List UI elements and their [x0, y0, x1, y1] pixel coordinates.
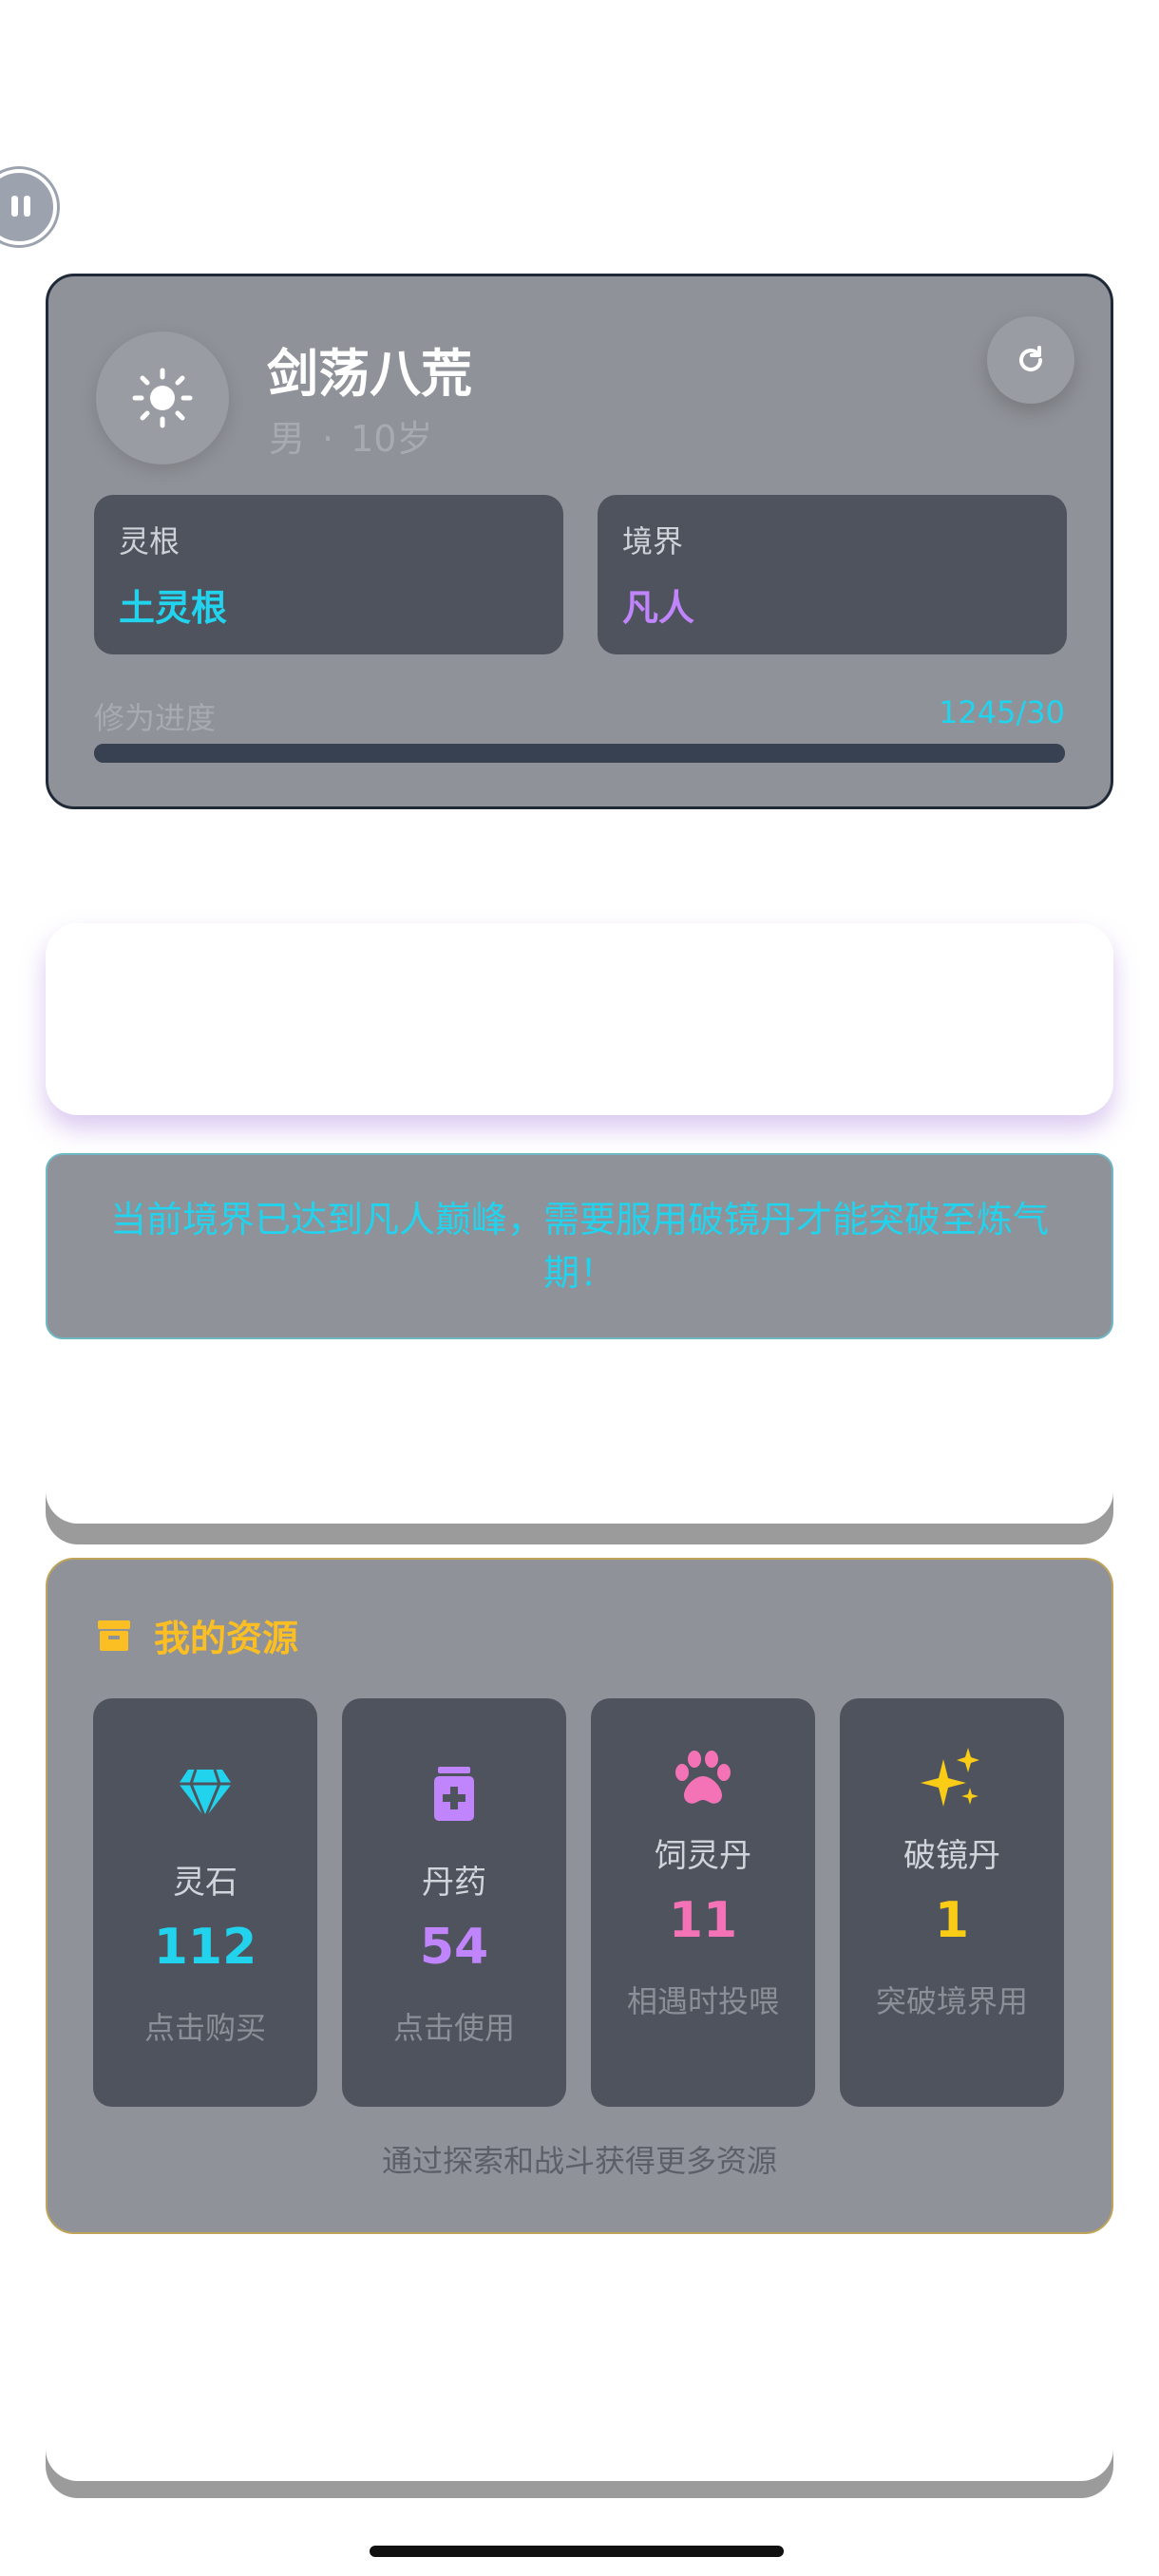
resources-card: 我的资源 灵石 112 点击购买 丹药 54 点击使用 饲灵丹 11 相遇时投喂… — [46, 1558, 1113, 2234]
cultivation-progress-value: 1245/30 — [939, 694, 1065, 730]
notice-text: 当前境界已达到凡人巅峰，需要服用破镜丹才能突破至炼气期！ — [109, 1199, 1049, 1294]
refresh-icon — [1019, 346, 1043, 372]
sparkles-icon — [921, 1748, 979, 1807]
avatar — [96, 331, 229, 464]
pause-button[interactable] — [0, 169, 57, 245]
resource-feeding-pill[interactable]: 饲灵丹 11 相遇时投喂 — [591, 1698, 815, 2107]
resource-medicine[interactable]: 丹药 54 点击使用 — [342, 1698, 566, 2107]
spirit-root-label: 灵根 — [119, 523, 180, 559]
meta-separator: · — [322, 418, 334, 460]
resource-count: 54 — [419, 1919, 489, 1976]
resource-name: 丹药 — [422, 1864, 486, 1902]
resource-name: 灵石 — [173, 1864, 238, 1902]
cultivation-progress-bar — [94, 744, 1065, 763]
spirit-root-value: 土灵根 — [119, 587, 228, 629]
character-age: 10岁 — [351, 418, 433, 460]
blank-card-middle — [46, 1375, 1113, 1524]
resource-name: 饲灵丹 — [655, 1837, 751, 1875]
resource-hint: 点击使用 — [392, 2010, 515, 2046]
cultivation-progress-label: 修为进度 — [94, 700, 217, 736]
resources-header: 我的资源 — [95, 1609, 298, 1661]
resource-hint: 点击购买 — [143, 2010, 266, 2046]
paw-icon — [675, 1751, 731, 1804]
breakthrough-notice: 当前境界已达到凡人巅峰，需要服用破镜丹才能突破至炼气期！ — [46, 1153, 1113, 1339]
sun-icon — [132, 368, 193, 428]
blank-card-top — [46, 923, 1113, 1115]
blank-card-bottom — [46, 2339, 1113, 2481]
diamond-icon — [179, 1769, 232, 1820]
resource-spirit-stone[interactable]: 灵石 112 点击购买 — [93, 1698, 317, 2107]
resource-count: 1 — [934, 1892, 970, 1949]
refresh-button[interactable] — [987, 316, 1074, 404]
pause-icon — [11, 196, 18, 217]
home-indicator[interactable] — [370, 2546, 784, 2557]
character-profile-card: 剑荡八荒 男 · 10岁 灵根 土灵根 境界 凡人 修为进度 1245/30 — [46, 274, 1113, 809]
resource-hint: 相遇时投喂 — [626, 1983, 779, 2019]
realm-box: 境界 凡人 — [598, 495, 1067, 654]
resources-title: 我的资源 — [154, 1618, 299, 1659]
cultivation-progress-fill — [94, 744, 1065, 763]
character-name: 剑荡八荒 — [267, 344, 472, 404]
realm-label: 境界 — [622, 523, 684, 559]
resource-hint: 突破境界用 — [875, 1983, 1028, 2019]
character-meta: 男 · 10岁 — [269, 409, 432, 462]
spirit-root-box: 灵根 土灵根 — [94, 495, 563, 654]
pause-icon-bar — [24, 196, 30, 217]
realm-value: 凡人 — [622, 587, 695, 629]
resource-name: 破镜丹 — [903, 1837, 1000, 1875]
resource-breakthrough-pill[interactable]: 破镜丹 1 突破境界用 — [840, 1698, 1064, 2107]
resources-footer: 通过探索和战斗获得更多资源 — [381, 2143, 777, 2179]
medicine-bottle-icon — [434, 1767, 474, 1821]
resource-count: 11 — [668, 1892, 738, 1949]
character-gender: 男 — [269, 418, 306, 460]
resource-count: 112 — [153, 1919, 257, 1976]
archive-box-icon — [98, 1619, 130, 1651]
